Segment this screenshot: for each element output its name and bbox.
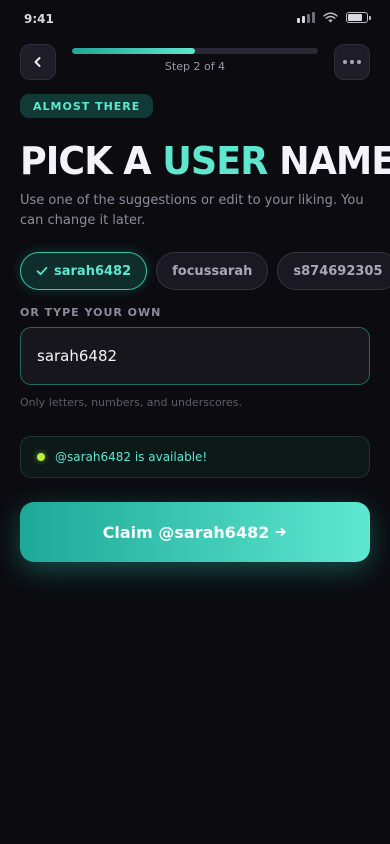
step-label: Step 2 of 4 [164, 60, 226, 73]
arrow-right-icon [275, 527, 287, 537]
back-button[interactable] [20, 44, 56, 80]
claim-username-button[interactable]: Claim @sarah6482 [20, 502, 370, 562]
suggestion-chip-selected[interactable]: sarah6482 [20, 252, 148, 290]
availability-text: @sarah6482 is available! [55, 450, 208, 464]
title-accent: USER [162, 139, 268, 183]
title-part-2: NAME [267, 139, 390, 183]
username-hint: Only letters, numbers, and underscores. [20, 396, 243, 409]
status-icons [297, 12, 371, 23]
suggestion-chip[interactable]: s874692305 [277, 252, 390, 290]
check-icon [36, 266, 48, 276]
suggestion-chip-label: sarah6482 [54, 263, 132, 279]
claim-button-label: Claim @sarah6482 [102, 522, 270, 542]
status-time: 9:41 [24, 12, 54, 26]
battery-icon [346, 12, 371, 23]
more-horizontal-icon [343, 60, 361, 64]
suggestion-chip-label: s874692305 [293, 263, 383, 279]
step-progress-fill [72, 48, 195, 54]
wifi-icon [323, 12, 338, 23]
suggestion-chip-label: focussarah [172, 263, 253, 279]
suggestion-chip[interactable]: focussarah [156, 252, 269, 290]
custom-username-label: OR TYPE YOUR OWN [20, 306, 162, 319]
available-indicator-dot [37, 453, 45, 461]
chevron-left-icon [34, 57, 41, 67]
suggestion-chips: sarah6482 focussarah s874692305 [20, 252, 390, 290]
more-options-button[interactable] [334, 44, 370, 80]
step-progress-bar [72, 48, 318, 54]
username-input[interactable] [20, 327, 370, 385]
status-badge: ALMOST THERE [20, 94, 154, 118]
status-bar: 9:41 [0, 0, 390, 40]
availability-banner: @sarah6482 is available! [20, 436, 370, 478]
title-part-1: PICK A [20, 139, 163, 183]
signal-icon [297, 12, 315, 23]
page-subtitle: Use one of the suggestions or edit to yo… [20, 193, 364, 228]
page-title: PICK A USER NAME [20, 138, 390, 184]
